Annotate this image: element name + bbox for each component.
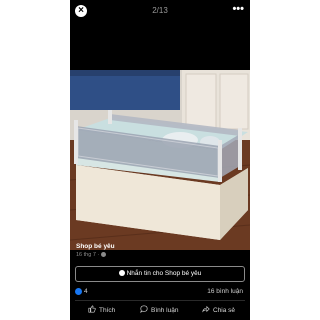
share-button-label: Chia sẻ — [213, 307, 236, 314]
viewer-top-bar: × 2/13 ••• — [70, 0, 250, 24]
like-count[interactable]: 4 — [84, 288, 88, 295]
comment-button-label: Bình luận — [151, 307, 179, 314]
share-button[interactable]: Chia sẻ — [202, 304, 235, 318]
thumbs-up-icon — [88, 305, 96, 313]
post-date-text: 16 thg 7 · — [76, 252, 101, 258]
message-button-label: Nhắn tin cho Shop bé yêu — [126, 270, 202, 277]
photo-viewer: × 2/13 ••• Shop bé yêu 16 thg 7 · Nhắn t… — [70, 0, 250, 320]
post-date: 16 thg 7 · — [76, 252, 106, 258]
action-bar: Thích Bình luận Chia sẻ — [70, 304, 250, 318]
like-reaction-icon[interactable] — [75, 288, 82, 295]
bed-rail-photo-icon — [70, 70, 250, 250]
more-options-button[interactable]: ••• — [232, 3, 244, 15]
post-stats: 4 16 bình luận — [70, 287, 250, 297]
messenger-icon — [118, 269, 125, 276]
more-icon: ••• — [232, 3, 244, 15]
comment-bubble-icon — [140, 305, 148, 314]
post-author[interactable]: Shop bé yêu — [76, 243, 115, 250]
globe-icon — [100, 252, 106, 258]
like-button-label: Thích — [99, 307, 116, 314]
like-button[interactable]: Thích — [88, 304, 115, 318]
share-arrow-icon — [202, 306, 210, 313]
post-photo[interactable] — [70, 70, 250, 250]
comment-count[interactable]: 16 bình luận — [207, 288, 243, 295]
comment-button[interactable]: Bình luận — [140, 304, 178, 318]
message-shop-button[interactable]: Nhắn tin cho Shop bé yêu — [75, 266, 245, 282]
photo-counter: 2/13 — [152, 6, 168, 15]
divider — [75, 300, 245, 301]
